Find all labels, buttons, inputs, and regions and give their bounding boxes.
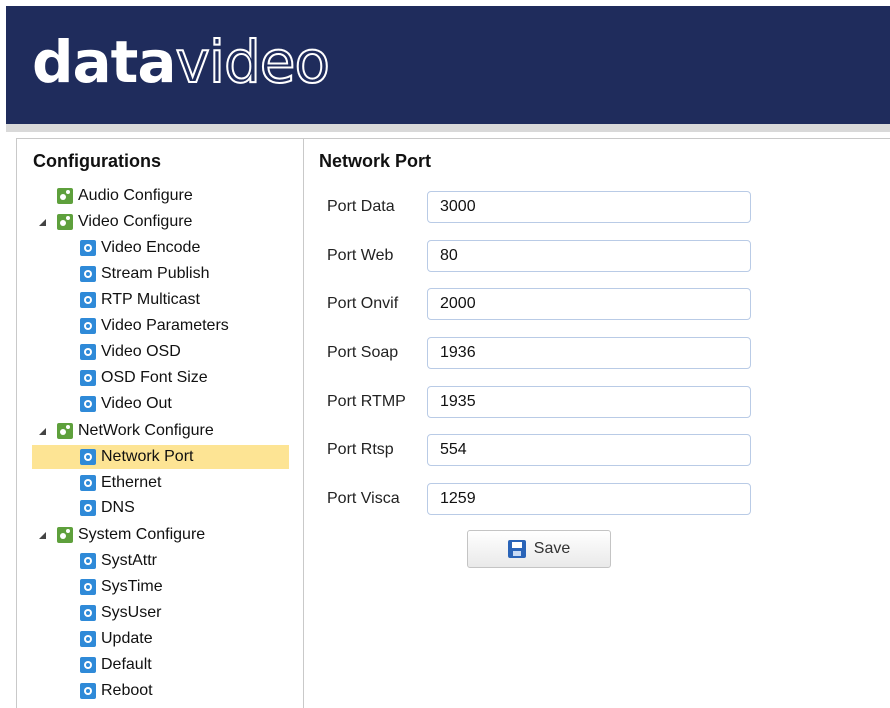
port-web-label: Port Web — [327, 247, 394, 264]
group-gear-icon — [57, 214, 73, 230]
config-gear-icon — [80, 318, 96, 334]
tree-item-dns[interactable]: DNS — [80, 497, 135, 519]
port-onvif-label: Port Onvif — [327, 295, 399, 312]
config-gear-icon — [80, 657, 96, 673]
page-title: Network Port — [319, 151, 432, 171]
config-gear-icon — [80, 396, 96, 412]
config-gear-icon — [80, 266, 96, 282]
group-gear-icon — [57, 527, 73, 543]
tree-item-reboot[interactable]: Reboot — [80, 680, 153, 702]
tree-item-sysuser[interactable]: SysUser — [80, 602, 161, 624]
tree-item-systattr[interactable]: SystAttr — [80, 550, 157, 572]
port-soap-input[interactable] — [427, 337, 751, 369]
expand-triangle-icon[interactable] — [39, 219, 46, 226]
tree-item-label: SysTime — [101, 578, 163, 595]
port-visca-label: Port Visca — [327, 490, 400, 507]
tree-item-video-configure[interactable]: Video Configure — [57, 211, 192, 233]
config-gear-icon — [80, 344, 96, 360]
tree-item-update[interactable]: Update — [80, 628, 153, 650]
tree-item-label: NetWork Configure — [78, 422, 214, 439]
group-gear-icon — [57, 423, 73, 439]
config-gear-icon — [80, 579, 96, 595]
config-gear-icon — [80, 449, 96, 465]
logo-bold-part: data — [32, 28, 177, 96]
config-gear-icon — [80, 683, 96, 699]
tree-item-ethernet[interactable]: Ethernet — [80, 472, 161, 494]
tree-item-rtp-multicast[interactable]: RTP Multicast — [80, 289, 200, 311]
config-gear-icon — [80, 240, 96, 256]
tree-item-network-configure[interactable]: NetWork Configure — [57, 420, 214, 442]
tree-item-label: OSD Font Size — [101, 369, 208, 386]
tree-item-label: Default — [101, 656, 152, 673]
expand-triangle-icon[interactable] — [39, 428, 46, 435]
port-rtmp-label: Port RTMP — [327, 393, 406, 410]
tree-item-label: Ethernet — [101, 474, 162, 491]
config-gear-icon — [80, 475, 96, 491]
config-gear-icon — [80, 553, 96, 569]
config-gear-icon — [80, 292, 96, 308]
save-button[interactable]: Save — [467, 530, 611, 568]
port-web-input[interactable] — [427, 240, 751, 272]
tree-item-systime[interactable]: SysTime — [80, 576, 163, 598]
floppy-disk-icon — [507, 540, 526, 558]
tree-item-label: Update — [101, 630, 153, 647]
port-rtmp-input[interactable] — [427, 386, 751, 418]
tree-item-video-out[interactable]: Video Out — [80, 393, 172, 415]
save-button-label: Save — [533, 540, 571, 557]
port-data-input[interactable] — [427, 191, 751, 223]
datavideo-logo: datavideo — [32, 26, 331, 98]
tree-item-label: Video Out — [101, 395, 172, 412]
tree-item-label: Stream Publish — [101, 265, 210, 282]
port-rtsp-input[interactable] — [427, 434, 751, 466]
tree-item-label: Video OSD — [101, 343, 181, 360]
config-gear-icon — [80, 500, 96, 516]
sidebar: Configurations Audio Configure Video Con… — [17, 139, 304, 708]
tree-item-label: SysUser — [101, 604, 162, 621]
tree-item-label: Network Port — [101, 448, 194, 465]
header-divider — [6, 124, 890, 132]
port-visca-input[interactable] — [427, 483, 751, 515]
tree-item-audio-configure[interactable]: Audio Configure — [57, 185, 193, 207]
config-gear-icon — [80, 370, 96, 386]
port-soap-label: Port Soap — [327, 344, 399, 361]
tree-item-label: Reboot — [101, 682, 153, 699]
tree-item-label: DNS — [101, 499, 135, 516]
sidebar-title: Configurations — [33, 151, 161, 171]
tree-item-default[interactable]: Default — [80, 654, 152, 676]
logo-outline-part: video — [175, 27, 331, 97]
port-onvif-input[interactable] — [427, 288, 751, 320]
tree-item-osd-font-size[interactable]: OSD Font Size — [80, 367, 208, 389]
config-gear-icon — [80, 631, 96, 647]
tree-item-label: Video Parameters — [101, 317, 229, 334]
port-data-label: Port Data — [327, 198, 395, 215]
port-rtsp-label: Port Rtsp — [327, 441, 394, 458]
tree-item-network-port[interactable]: Network Port — [32, 445, 289, 469]
tree-item-video-parameters[interactable]: Video Parameters — [80, 315, 229, 337]
tree-item-label: Audio Configure — [78, 187, 193, 204]
expand-triangle-icon[interactable] — [39, 532, 46, 539]
tree-item-label: RTP Multicast — [101, 291, 200, 308]
tree-item-label: System Configure — [78, 526, 206, 543]
tree-item-label: Video Encode — [101, 239, 201, 256]
tree-item-stream-publish[interactable]: Stream Publish — [80, 263, 210, 285]
header-banner: datavideo — [6, 6, 890, 124]
tree-item-video-encode[interactable]: Video Encode — [80, 237, 200, 259]
tree-item-label: SystAttr — [101, 552, 158, 569]
config-gear-icon — [80, 605, 96, 621]
tree-item-video-osd[interactable]: Video OSD — [80, 341, 181, 363]
tree-item-label: Video Configure — [78, 213, 193, 230]
group-gear-icon — [57, 188, 73, 204]
tree-item-system-configure[interactable]: System Configure — [57, 524, 205, 546]
